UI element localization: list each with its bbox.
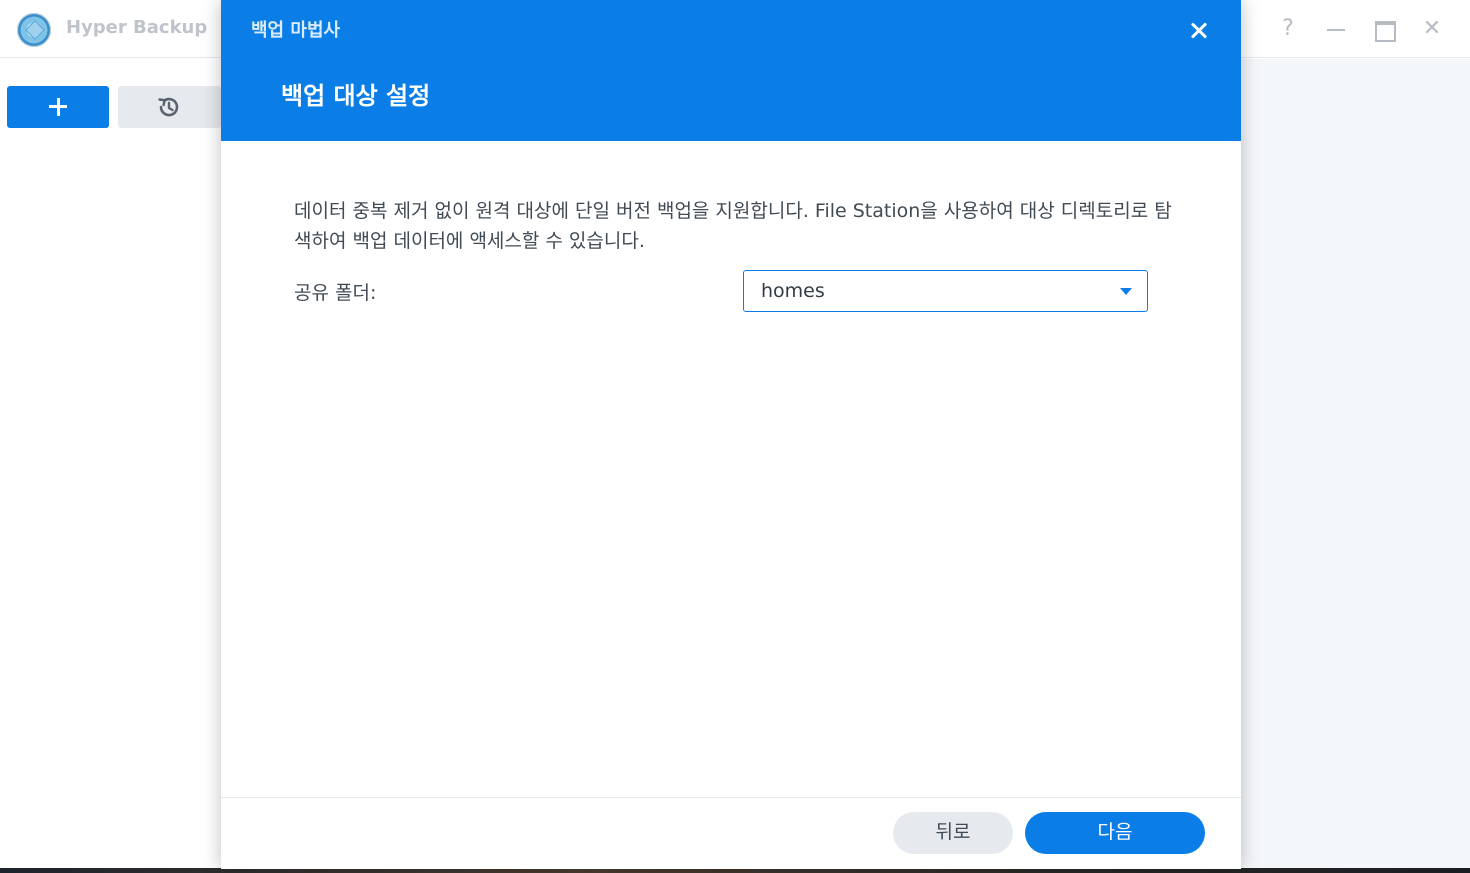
next-button[interactable]: 다음 [1025,812,1205,854]
restore-button[interactable] [118,86,221,128]
history-icon [158,97,179,117]
window-close-icon[interactable]: ✕ [1419,16,1445,42]
wizard-title: 백업 마법사 [251,20,341,41]
step-title: 백업 대상 설정 [281,82,431,110]
help-icon[interactable]: ? [1275,16,1301,42]
wizard-header: 백업 마법사 백업 대상 설정 [221,0,1241,141]
shared-folder-select[interactable]: homes [743,270,1148,312]
app-content-background [1241,59,1470,870]
backup-wizard-dialog: 백업 마법사 백업 대상 설정 데이터 중복 제거 없이 원격 대상에 단일 버… [221,0,1241,869]
minimize-icon[interactable] [1323,16,1349,42]
app-title: Hyper Backup [66,17,208,38]
shared-folder-value: homes [761,280,825,302]
wizard-description: 데이터 중복 제거 없이 원격 대상에 단일 버전 백업을 지원합니다. Fil… [294,200,1172,252]
add-backup-task-button[interactable] [7,86,109,128]
shared-folder-label: 공유 폴더: [294,282,377,304]
close-icon[interactable] [1185,16,1213,44]
caret-down-icon [1120,288,1132,295]
back-button[interactable]: 뒤로 [893,812,1013,854]
footer-divider [221,797,1241,798]
hyper-backup-logo-icon [17,13,51,47]
maximize-icon[interactable] [1371,16,1397,42]
